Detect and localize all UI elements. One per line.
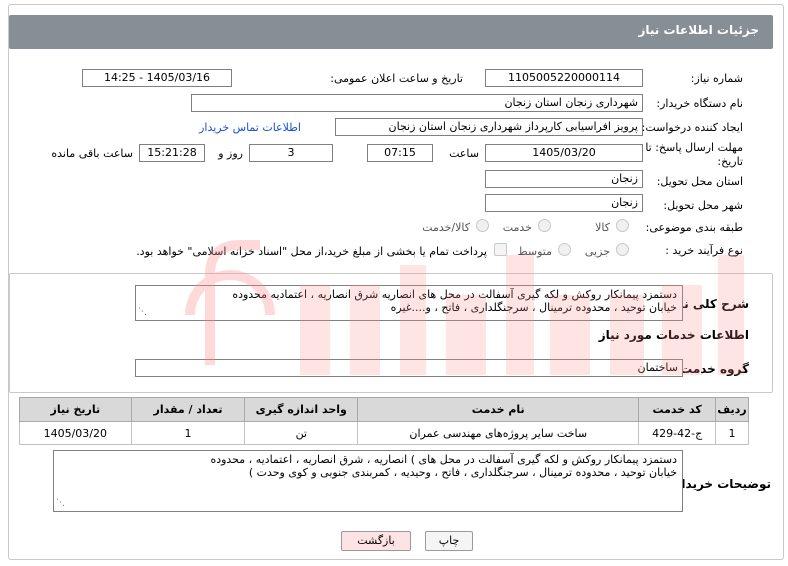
col-row: ردیف [714, 397, 750, 422]
buyer-notes-textarea[interactable]: دستمزد پیمانکار روکش و لکه گیری آسفالت د… [53, 450, 683, 512]
remaining-label: ساعت باقی مانده [51, 147, 133, 160]
service-group-label: گروه خدمت: [675, 362, 749, 376]
need-number-label: شماره نیاز: [690, 72, 743, 85]
announce-field: 1405/03/16 - 14:25 [82, 69, 232, 87]
cell-quantity: 1 [130, 421, 246, 445]
cell-service-name: ساخت سایر پروژه‌های مهندسی عمران [357, 421, 640, 445]
details-panel: جزئیات اطلاعات نیاز شماره نیاز: 11050052… [8, 4, 784, 560]
deadline-label: مهلت ارسال پاسخ: تا [645, 141, 743, 154]
buyer-notes-label: توضیحات خریدار: [669, 477, 771, 491]
buyer-org-field: شهرداری زنجان استان زنجان [191, 94, 643, 112]
summary-textarea[interactable]: دستمزد پیمانکار روکش و لکه گیری آسفالت د… [135, 285, 683, 321]
services-section-title: اطلاعات خدمات مورد نیاز [598, 328, 749, 342]
category-radio-goods-service[interactable] [476, 219, 489, 232]
notes-line-2: خیابان توحید ، محدوده ترمینال ، سرجنگلدا… [248, 466, 677, 479]
category-option-goods: کالا [595, 221, 610, 234]
category-option-service: خدمت [502, 221, 532, 234]
notes-line-1: دستمزد پیمانکار روکش و لکه گیری آسفالت د… [210, 453, 677, 466]
need-number-field: 1105005220000114 [485, 69, 643, 87]
resize-grip-icon[interactable]: ⋰ [138, 306, 147, 319]
category-radio-service[interactable] [538, 219, 551, 232]
cell-service-code: ج-42-429 [638, 421, 716, 445]
deadline-time-label: ساعت [449, 147, 479, 160]
province-field: زنجان [485, 170, 643, 188]
remaining-time-field: 15:21:28 [139, 144, 205, 162]
header-bar: جزئیات اطلاعات نیاز [9, 15, 773, 49]
deadline-label-date: تاریخ: [717, 155, 743, 168]
col-need-date: تاریخ نیاز [19, 397, 132, 422]
city-field: زنجان [485, 194, 643, 212]
col-unit: واحد اندازه گیری [244, 397, 359, 422]
cell-need-date: 1405/03/20 [19, 421, 132, 445]
col-service-code: کد خدمت [638, 397, 716, 422]
deadline-date-field: 1405/03/20 [485, 144, 643, 162]
category-option-goods-service: کالا/خدمت [422, 221, 470, 234]
cell-unit: تن [244, 421, 359, 445]
process-radio-minor[interactable] [616, 243, 629, 256]
table-row[interactable]: 1 ج-42-429 ساخت سایر پروژه‌های مهندسی عم… [19, 421, 750, 445]
cell-row: 1 [714, 421, 750, 445]
services-table: ردیف کد خدمت نام خدمت واحد اندازه گیری ت… [19, 397, 750, 445]
province-label: استان محل تحویل: [656, 175, 743, 188]
print-button[interactable]: چاپ [425, 531, 473, 551]
category-label: طبقه بندی موضوعی: [645, 221, 743, 234]
table-header-row: ردیف کد خدمت نام خدمت واحد اندازه گیری ت… [19, 397, 750, 422]
service-group-field: ساختمان [135, 359, 683, 377]
announce-label: تاریخ و ساعت اعلان عمومی: [330, 72, 463, 85]
process-option-medium: متوسط [517, 245, 552, 258]
creator-label: ایجاد کننده درخواست: [641, 121, 743, 134]
summary-line-1: دستمزد پیمانکار روکش و لکه گیری آسفالت د… [232, 288, 677, 301]
deadline-time-field: 07:15 [367, 144, 433, 162]
days-label: روز و [218, 147, 243, 160]
process-radio-medium[interactable] [558, 243, 571, 256]
back-button[interactable]: بازگشت [341, 531, 411, 551]
process-label: نوع فرآیند خرید : [665, 244, 743, 257]
col-service-name: نام خدمت [357, 397, 640, 422]
category-radio-goods[interactable] [616, 219, 629, 232]
creator-field: پرویز افراسیابی کارپرداز شهرداری زنجان ا… [335, 118, 643, 136]
treasury-checkbox[interactable] [494, 243, 507, 256]
payment-note: پرداخت تمام یا بخشی از مبلغ خرید،از محل … [136, 245, 487, 258]
process-option-minor: جزیی [584, 245, 610, 258]
buyer-org-label: نام دستگاه خریدار: [656, 97, 743, 110]
notes-resize-grip-icon[interactable]: ⋰ [56, 497, 65, 510]
summary-line-2: خیابان توحید ، محدوده ترمینال ، سرجنگلدا… [390, 301, 677, 314]
days-field: 3 [249, 144, 333, 162]
buyer-contact-link[interactable]: اطلاعات تماس خریدار [199, 121, 301, 134]
page-title: جزئیات اطلاعات نیاز [638, 23, 759, 37]
col-quantity: تعداد / مقدار [130, 397, 246, 422]
city-label: شهر محل تحویل: [663, 199, 743, 212]
